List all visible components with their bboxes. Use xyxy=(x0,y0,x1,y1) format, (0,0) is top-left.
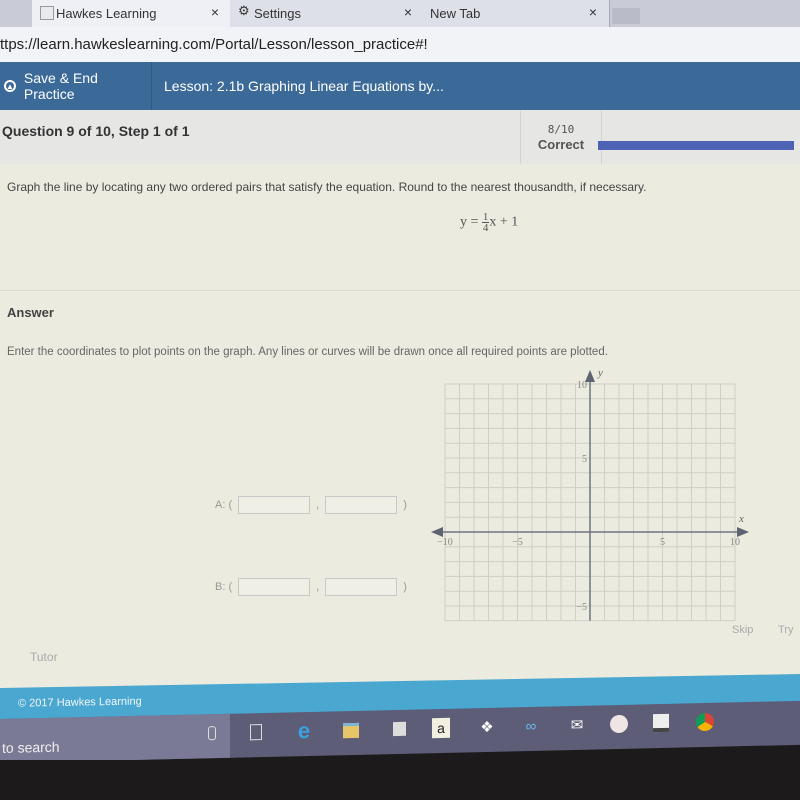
axes xyxy=(431,370,749,621)
store-icon[interactable] xyxy=(388,718,410,740)
close-tab-icon[interactable]: × xyxy=(211,4,219,20)
progress-bar xyxy=(598,141,794,150)
tab-settings[interactable]: ⚙ Settings × xyxy=(230,0,425,27)
url-text: ttps://learn.hawkeslearning.com/Portal/L… xyxy=(0,36,428,53)
question-content: Graph the line by locating any two order… xyxy=(0,164,800,688)
coordinate-graph[interactable]: x y −10 −5 5 10 10 5 −5 xyxy=(425,364,765,624)
close-tab-icon[interactable]: × xyxy=(589,4,597,20)
close-tab-icon[interactable]: × xyxy=(404,4,412,20)
circle-arrow-up-icon: ▲ xyxy=(4,80,16,92)
close-paren: ) xyxy=(403,581,407,593)
tab-hawkes-learning[interactable]: Hawkes Learning × xyxy=(32,0,232,27)
question-title: Question 9 of 10, Step 1 of 1 xyxy=(2,123,190,139)
chrome-icon[interactable] xyxy=(694,711,716,733)
amazon-icon[interactable]: a xyxy=(430,717,452,739)
browser-tab-bar: Hawkes Learning × ⚙ Settings × New Tab × xyxy=(0,0,800,27)
equation-lhs: y = xyxy=(460,214,479,230)
itunes-icon[interactable] xyxy=(608,713,630,735)
comma: , xyxy=(316,499,320,511)
tab-title: New Tab xyxy=(430,6,481,21)
skip-button[interactable]: Skip xyxy=(732,624,753,636)
section-divider xyxy=(0,290,800,291)
tab-title: Hawkes Learning xyxy=(56,6,157,21)
x-axis-right-arrow-icon xyxy=(737,527,749,537)
amazon-glyph: a xyxy=(432,717,450,739)
edge-icon[interactable]: e xyxy=(293,718,315,743)
copyright-text: © 2017 Hawkes Learning xyxy=(18,695,142,710)
save-end-label: Save & End Practice xyxy=(23,70,98,102)
dropbox-icon[interactable]: ❖ xyxy=(476,716,498,738)
progress-fill xyxy=(598,141,794,150)
infinity-icon[interactable]: ∞ xyxy=(520,715,542,737)
y-tick-label: −5 xyxy=(576,602,587,613)
close-paren: ) xyxy=(403,499,407,511)
monitor-bezel xyxy=(0,760,800,800)
point-b-row: B: ( , ) xyxy=(215,578,407,596)
lesson-title: Lesson: 2.1b Graphing Linear Equations b… xyxy=(164,78,444,94)
equation-rhs: x + 1 xyxy=(489,214,519,230)
tab-new-tab[interactable]: New Tab × xyxy=(422,0,610,27)
score-box: 8/10 Correct xyxy=(520,110,602,164)
point-a-x-input[interactable] xyxy=(238,496,311,514)
y-tick-label: 5 xyxy=(582,454,587,465)
y-axis-label: y xyxy=(597,367,603,379)
answer-heading: Answer xyxy=(7,305,54,320)
save-end-practice-button[interactable]: ▲ Save & End Practice xyxy=(0,62,152,110)
tab-title: Settings xyxy=(254,6,301,21)
comma: , xyxy=(316,581,320,593)
microphone-icon[interactable] xyxy=(208,726,216,741)
point-a-y-input[interactable] xyxy=(325,496,398,514)
x-tick-label: 5 xyxy=(660,537,665,548)
score-fraction: 8/10 xyxy=(547,123,575,136)
equation: y = 1 4 x + 1 xyxy=(460,212,519,234)
file-explorer-icon[interactable] xyxy=(340,719,362,741)
tutor-button[interactable]: Tutor xyxy=(30,650,58,664)
point-b-y-input[interactable] xyxy=(325,578,398,596)
point-b-x-input[interactable] xyxy=(238,578,311,596)
y-tick-label: 10 xyxy=(577,380,587,391)
page-favicon-icon xyxy=(40,6,54,20)
x-axis-left-arrow-icon xyxy=(431,527,443,537)
question-instruction: Graph the line by locating any two order… xyxy=(7,180,647,194)
point-b-label: B: ( xyxy=(215,581,233,593)
question-header: Question 9 of 10, Step 1 of 1 8/10 Corre… xyxy=(0,110,800,165)
new-tab-button[interactable] xyxy=(612,8,640,24)
search-placeholder: to search xyxy=(2,738,60,756)
address-bar[interactable]: ttps://learn.hawkeslearning.com/Portal/L… xyxy=(0,27,800,63)
x-tick-label: −5 xyxy=(512,537,523,548)
gear-icon: ⚙ xyxy=(238,3,250,18)
point-a-row: A: ( , ) xyxy=(215,496,407,514)
x-axis-label: x xyxy=(738,513,744,525)
x-tick-label: 10 xyxy=(730,537,740,548)
x-tick-label: −10 xyxy=(437,537,453,548)
mail-icon[interactable]: ✉ xyxy=(566,714,588,736)
try-button[interactable]: Try xyxy=(778,624,793,636)
task-view-icon[interactable] xyxy=(245,721,267,743)
score-label: Correct xyxy=(537,137,585,152)
photos-icon[interactable] xyxy=(650,712,672,734)
fraction-denominator: 4 xyxy=(482,222,489,234)
taskbar-search[interactable]: to search xyxy=(0,713,230,763)
point-a-label: A: ( xyxy=(215,499,233,511)
top-nav: ▲ Save & End Practice Lesson: 2.1b Graph… xyxy=(0,62,800,110)
answer-instruction: Enter the coordinates to plot points on … xyxy=(7,346,608,358)
